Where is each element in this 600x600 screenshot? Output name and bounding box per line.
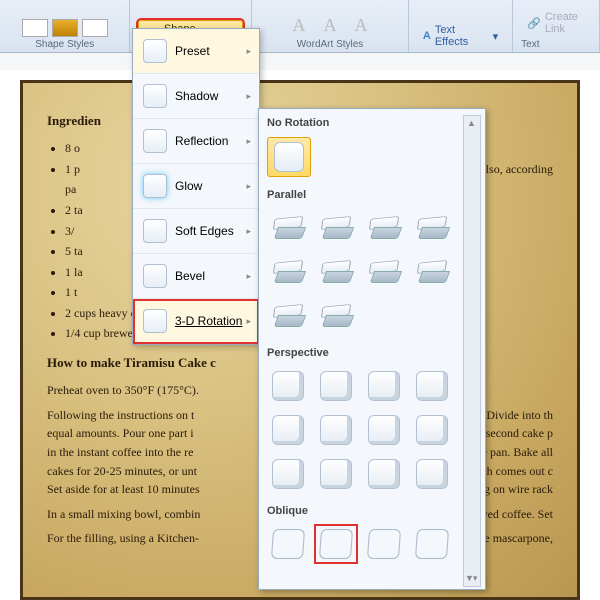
rotation-preset[interactable]	[267, 455, 309, 493]
wordart-style-preset[interactable]: A	[317, 14, 344, 37]
menu-item-bevel[interactable]: Bevel▸	[133, 254, 259, 299]
glow-icon	[143, 174, 167, 198]
group-label-text: Text	[521, 39, 539, 50]
rotation-preset[interactable]	[315, 367, 357, 405]
menu-item-3d-rotation[interactable]: 3-D Rotation▸	[133, 299, 259, 344]
bevel-icon	[143, 264, 167, 288]
rotation-icon	[143, 309, 167, 333]
rotation-preset[interactable]	[267, 297, 309, 335]
rotation-preset[interactable]	[267, 209, 309, 247]
submenu-arrow-icon: ▸	[246, 226, 251, 237]
create-link-button: 🔗 Create Link	[521, 9, 591, 37]
gallery-scrollbar[interactable]	[463, 115, 481, 587]
rotation-preset[interactable]	[267, 411, 309, 449]
rotation-preset[interactable]	[315, 297, 357, 335]
rotation-preset[interactable]	[363, 455, 405, 493]
submenu-arrow-icon: ▸	[246, 46, 251, 57]
menu-item-reflection[interactable]: Reflection▸	[133, 119, 259, 164]
wordart-style-preset[interactable]: A	[286, 14, 313, 37]
rotation-preset[interactable]	[315, 455, 357, 493]
menu-item-glow[interactable]: Glow▸	[133, 164, 259, 209]
soft-edges-icon	[143, 219, 167, 243]
wordart-style-preset[interactable]: A	[348, 14, 375, 37]
rotation-preset[interactable]	[315, 209, 357, 247]
rotation-preset[interactable]	[363, 209, 405, 247]
rotation-preset[interactable]	[363, 367, 405, 405]
reflection-icon	[143, 129, 167, 153]
rotation-gallery: No Rotation Parallel Perspective Oblique	[258, 108, 486, 590]
group-label-shape-styles: Shape Styles	[35, 39, 94, 50]
shape-style-swatch[interactable]	[82, 19, 108, 37]
preset-icon	[143, 39, 167, 63]
rotation-preset[interactable]	[411, 455, 453, 493]
submenu-arrow-icon: ▸	[246, 91, 251, 102]
rotation-preset-selected[interactable]	[315, 525, 357, 563]
rotation-preset[interactable]	[315, 411, 357, 449]
menu-item-preset[interactable]: Preset▸	[133, 29, 259, 74]
submenu-arrow-icon: ▸	[246, 316, 251, 327]
menu-item-shadow[interactable]: Shadow▸	[133, 74, 259, 119]
rotation-preset[interactable]	[267, 253, 309, 291]
rotation-preset[interactable]	[411, 253, 453, 291]
ribbon: Shape Styles Shape Effects ▾ A A A WordA…	[0, 0, 600, 53]
rotation-preset[interactable]	[411, 411, 453, 449]
link-icon: 🔗	[527, 17, 541, 30]
shape-style-swatch[interactable]	[52, 19, 78, 37]
rotation-preset[interactable]	[411, 367, 453, 405]
rotation-preset[interactable]	[363, 253, 405, 291]
gallery-section-no-rotation: No Rotation	[265, 113, 479, 135]
rotation-preset[interactable]	[363, 411, 405, 449]
text-effects-icon: A	[423, 30, 431, 42]
rotation-preset[interactable]	[411, 525, 453, 563]
rotation-preset[interactable]	[411, 209, 453, 247]
gallery-section-parallel: Parallel	[265, 185, 479, 207]
shadow-icon	[143, 84, 167, 108]
submenu-arrow-icon: ▸	[246, 136, 251, 147]
group-label-wordart: WordArt Styles	[297, 39, 364, 50]
rotation-preset[interactable]	[315, 253, 357, 291]
shape-style-swatch[interactable]	[22, 19, 48, 37]
menu-item-soft-edges[interactable]: Soft Edges▸	[133, 209, 259, 254]
submenu-arrow-icon: ▸	[246, 181, 251, 192]
rotation-preset[interactable]	[267, 367, 309, 405]
rotation-preset-none[interactable]	[267, 137, 311, 177]
rotation-preset[interactable]	[363, 525, 405, 563]
text-effects-button[interactable]: A Text Effects ▾	[417, 22, 504, 50]
submenu-arrow-icon: ▸	[246, 271, 251, 282]
chevron-down-icon: ▾	[493, 30, 499, 43]
rotation-preset[interactable]	[267, 525, 309, 563]
gallery-section-oblique: Oblique	[265, 501, 479, 523]
shape-effects-menu: Preset▸ Shadow▸ Reflection▸ Glow▸ Soft E…	[132, 28, 260, 345]
gallery-section-perspective: Perspective	[265, 343, 479, 365]
